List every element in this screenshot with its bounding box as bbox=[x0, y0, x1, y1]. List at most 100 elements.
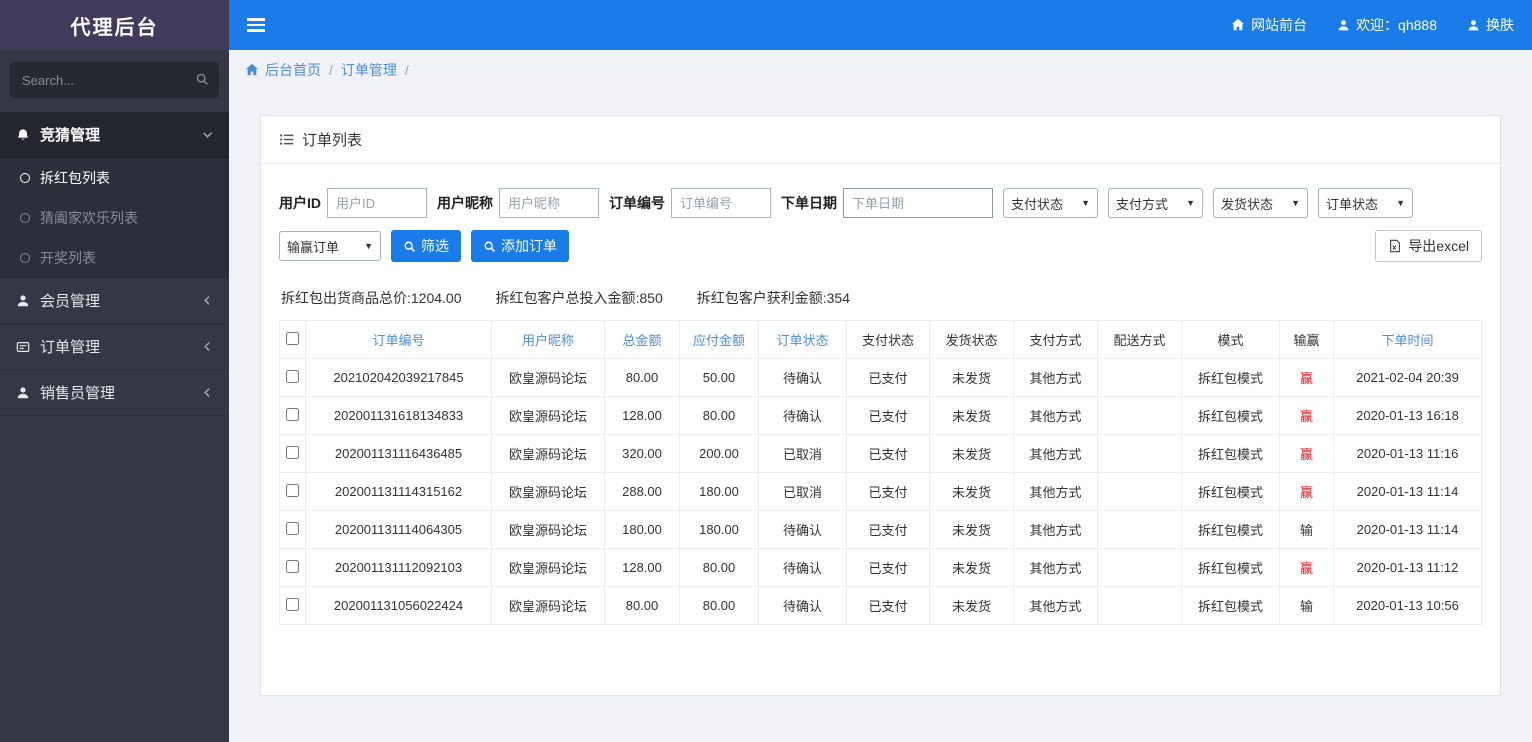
cell-mode: 拆红包模式 bbox=[1181, 358, 1280, 397]
user-id-input[interactable] bbox=[327, 188, 427, 218]
cell-result: 赢 bbox=[1279, 396, 1334, 435]
filter-button[interactable]: 筛选 bbox=[391, 230, 461, 262]
row-select-cell bbox=[279, 510, 306, 549]
column-header-time[interactable]: 下单时间 bbox=[1333, 320, 1482, 359]
cell-delivery bbox=[1097, 510, 1182, 549]
pay-status-select[interactable]: 支付状态 ▼ bbox=[1003, 188, 1098, 218]
column-header-payable[interactable]: 应付金额 bbox=[679, 320, 759, 359]
excel-file-icon bbox=[1388, 239, 1402, 253]
cell-pay-method: 其他方式 bbox=[1013, 510, 1098, 549]
sidebar-item-red-packet-list[interactable]: 拆红包列表 bbox=[0, 158, 229, 198]
submenu-label: 猜阖家欢乐列表 bbox=[40, 210, 138, 226]
search-input[interactable] bbox=[10, 62, 219, 98]
order-date-input[interactable] bbox=[843, 188, 993, 218]
cell-nickname: 欧皇源码论坛 bbox=[491, 548, 605, 587]
cell-time: 2020-01-13 11:12 bbox=[1333, 548, 1482, 587]
order-card-icon bbox=[16, 340, 30, 354]
column-header-total[interactable]: 总金额 bbox=[604, 320, 680, 359]
row-checkbox[interactable] bbox=[286, 521, 299, 535]
search-icon[interactable] bbox=[195, 72, 209, 86]
column-header-mode: 模式 bbox=[1181, 320, 1280, 359]
order-date-label: 下单日期 bbox=[781, 195, 837, 211]
menu-label: 销售员管理 bbox=[40, 385, 116, 402]
row-checkbox[interactable] bbox=[286, 369, 299, 383]
cell-order-no: 202001131056022424 bbox=[305, 586, 492, 625]
cell-mode: 拆红包模式 bbox=[1181, 434, 1280, 473]
cell-total: 180.00 bbox=[604, 510, 680, 549]
export-excel-label: 导出excel bbox=[1408, 238, 1469, 254]
row-checkbox[interactable] bbox=[286, 483, 299, 497]
hamburger-icon[interactable] bbox=[247, 18, 265, 32]
row-checkbox[interactable] bbox=[286, 445, 299, 459]
table-row: 202001131112092103 欧皇源码论坛 128.00 80.00 待确认 已支… bbox=[279, 548, 1482, 587]
cell-order-no: 202001131114315162 bbox=[305, 472, 492, 511]
column-header-pay-status: 支付状态 bbox=[846, 320, 930, 359]
table-row: 202001131116436485 欧皇源码论坛 320.00 200.00 已取消已… bbox=[279, 434, 1482, 473]
row-checkbox[interactable] bbox=[286, 559, 299, 573]
order-status-select[interactable]: 订单状态 ▼ bbox=[1318, 188, 1413, 218]
cell-payable: 180.00 bbox=[679, 472, 759, 511]
row-checkbox[interactable] bbox=[286, 597, 299, 611]
cell-payable: 200.00 bbox=[679, 434, 759, 473]
cell-pay-status: 已支付 bbox=[846, 434, 930, 473]
sidebar-item-lottery-list[interactable]: 开奖列表 bbox=[0, 238, 229, 278]
sidebar-menu: 竞猜管理 拆红包列表 猜阖家欢乐列表 开奖列表 会员管理 订单管理 销售员管理 bbox=[0, 112, 229, 416]
cell-time: 2020-01-13 16:18 bbox=[1333, 396, 1482, 435]
breadcrumb-current[interactable]: 订单管理 bbox=[341, 60, 397, 80]
cell-order-no: 202001131116436485 bbox=[305, 434, 492, 473]
ship-status-select[interactable]: 发货状态 ▼ bbox=[1213, 188, 1308, 218]
site-front-link[interactable]: 网站前台 bbox=[1231, 15, 1307, 35]
caret-down-icon: ▼ bbox=[364, 241, 373, 251]
column-header-order-no[interactable]: 订单编号 bbox=[305, 320, 492, 359]
sidebar-item-family-fun-list[interactable]: 猜阖家欢乐列表 bbox=[0, 198, 229, 238]
cell-pay-status: 已支付 bbox=[846, 586, 930, 625]
column-header-nickname[interactable]: 用户昵称 bbox=[491, 320, 605, 359]
win-lose-select[interactable]: 输赢订单 ▼ bbox=[279, 231, 381, 261]
pay-method-select[interactable]: 支付方式 ▼ bbox=[1108, 188, 1203, 218]
cell-total: 320.00 bbox=[604, 434, 680, 473]
sidebar-item-guess-management[interactable]: 竞猜管理 bbox=[0, 112, 229, 158]
table-row: 202001131056022424 欧皇源码论坛 80.00 80.00 待确认 已支付… bbox=[279, 586, 1482, 625]
breadcrumb: 后台首页 / 订单管理 / bbox=[229, 50, 1532, 90]
chevron-down-icon bbox=[202, 129, 213, 140]
cell-order-no: 202102042039217845 bbox=[305, 358, 492, 397]
cell-ship-status: 未发货 bbox=[929, 586, 1014, 625]
column-header-order-status[interactable]: 订单状态 bbox=[758, 320, 847, 359]
sidebar-item-sales-management[interactable]: 销售员管理 bbox=[0, 370, 229, 416]
sidebar-item-member-management[interactable]: 会员管理 bbox=[0, 278, 229, 324]
cell-delivery bbox=[1097, 586, 1182, 625]
topbar: 代理后台 网站前台 欢迎：qh888 换肤 bbox=[0, 0, 1532, 50]
cell-result: 输 bbox=[1279, 586, 1334, 625]
change-skin-button[interactable]: 换肤 bbox=[1467, 15, 1514, 35]
cell-mode: 拆红包模式 bbox=[1181, 510, 1280, 549]
welcome-user[interactable]: 欢迎：qh888 bbox=[1337, 15, 1437, 35]
add-order-button[interactable]: 添加订单 bbox=[471, 230, 569, 262]
cell-total: 128.00 bbox=[604, 396, 680, 435]
cell-order-status: 已取消 bbox=[758, 434, 847, 473]
select-all-checkbox[interactable] bbox=[286, 331, 299, 345]
cell-nickname: 欧皇源码论坛 bbox=[491, 358, 605, 397]
cell-nickname: 欧皇源码论坛 bbox=[491, 586, 605, 625]
row-select-cell bbox=[279, 548, 306, 587]
row-checkbox[interactable] bbox=[286, 407, 299, 421]
select-value: 订单状态 bbox=[1326, 196, 1379, 212]
breadcrumb-home[interactable]: 后台首页 bbox=[245, 60, 321, 80]
cell-delivery bbox=[1097, 434, 1182, 473]
cell-order-status: 待确认 bbox=[758, 548, 847, 587]
export-excel-button[interactable]: 导出excel bbox=[1375, 230, 1482, 262]
order-no-label: 订单编号 bbox=[609, 195, 665, 211]
select-value: 支付状态 bbox=[1011, 196, 1064, 212]
chevron-left-icon bbox=[202, 295, 213, 306]
order-table-head-row: 订单编号 用户昵称 总金额 应付金额 订单状态 支付状态 发货状态 支付方式 配送方式 模式 输赢下… bbox=[279, 320, 1482, 359]
filter-row-1: 用户ID 用户昵称 订单编号 下单日期 支付状态 ▼ bbox=[279, 188, 1482, 218]
sidebar-item-order-management[interactable]: 订单管理 bbox=[0, 324, 229, 370]
order-no-input[interactable] bbox=[671, 188, 771, 218]
cell-result: 赢 bbox=[1279, 472, 1334, 511]
cell-delivery bbox=[1097, 548, 1182, 587]
select-value: 输赢订单 bbox=[287, 239, 340, 255]
row-select-cell bbox=[279, 396, 306, 435]
nickname-input[interactable] bbox=[499, 188, 599, 218]
nickname-label: 用户昵称 bbox=[437, 195, 493, 211]
topbar-right: 网站前台 欢迎：qh888 换肤 bbox=[1231, 15, 1514, 35]
stats-row: 拆红包出货商品总价:1204.00 拆红包客户总投入金额:850 拆红包客户获利… bbox=[281, 288, 1480, 308]
